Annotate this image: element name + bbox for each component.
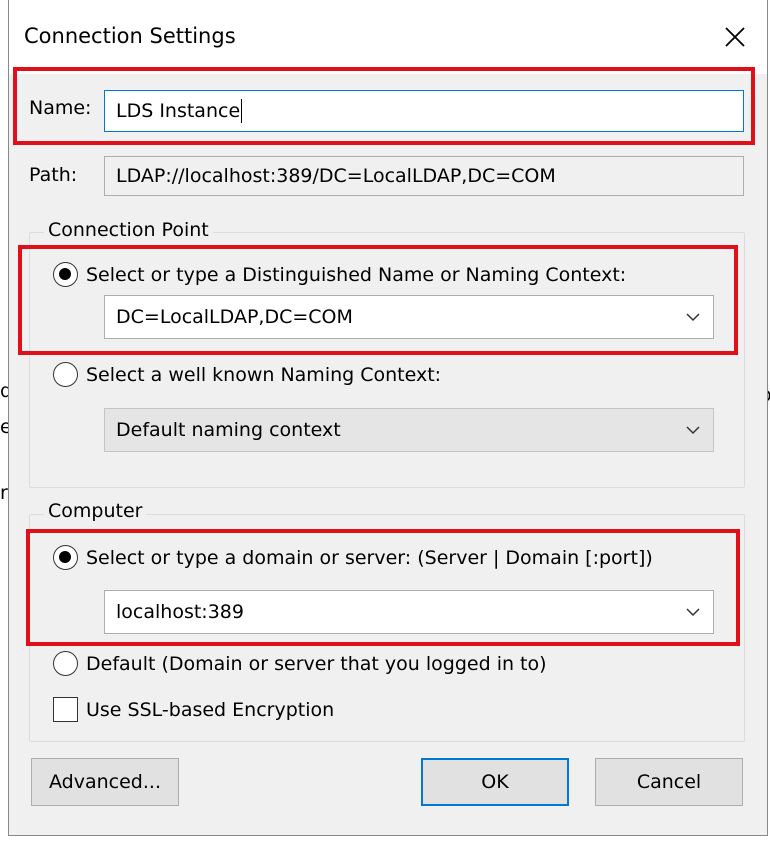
radio-default-domain-label: Default (Domain or server that you logge…	[86, 652, 547, 675]
advanced-button[interactable]: Advanced...	[31, 758, 179, 806]
annotation-highlight-computer	[26, 529, 740, 646]
connection-point-group-title: Connection Point	[44, 219, 213, 241]
path-label: Path:	[29, 164, 78, 186]
cancel-button[interactable]: Cancel	[595, 758, 743, 806]
dialog-title: Connection Settings	[24, 24, 236, 48]
ok-button[interactable]: OK	[421, 758, 569, 806]
path-field-value: LDAP://localhost:389/DC=LocalLDAP,DC=COM	[116, 165, 556, 187]
ssl-checkbox-row[interactable]: Use SSL-based Encryption	[53, 697, 334, 722]
ssl-checkbox[interactable]	[53, 697, 78, 722]
radio-button-unchecked[interactable]	[53, 651, 78, 676]
close-icon	[725, 27, 745, 47]
path-field: LDAP://localhost:389/DC=LocalLDAP,DC=COM	[104, 156, 744, 196]
radio-well-known-context[interactable]: Select a well known Naming Context:	[53, 362, 441, 387]
computer-group-title: Computer	[44, 500, 147, 522]
background-text-fragment: r	[0, 482, 8, 504]
radio-button-unchecked[interactable]	[53, 362, 78, 387]
radio-well-known-context-label: Select a well known Naming Context:	[86, 363, 442, 386]
well-known-context-value: Default naming context	[116, 419, 341, 441]
annotation-highlight-name	[13, 67, 755, 145]
annotation-highlight-connection-point	[18, 245, 738, 355]
chevron-down-icon	[686, 426, 700, 435]
well-known-context-combobox: Default naming context	[104, 408, 714, 452]
title-bar: Connection Settings	[9, 0, 767, 74]
ssl-checkbox-label: Use SSL-based Encryption	[86, 698, 335, 721]
radio-default-domain[interactable]: Default (Domain or server that you logge…	[53, 651, 547, 676]
close-button[interactable]	[703, 0, 767, 74]
